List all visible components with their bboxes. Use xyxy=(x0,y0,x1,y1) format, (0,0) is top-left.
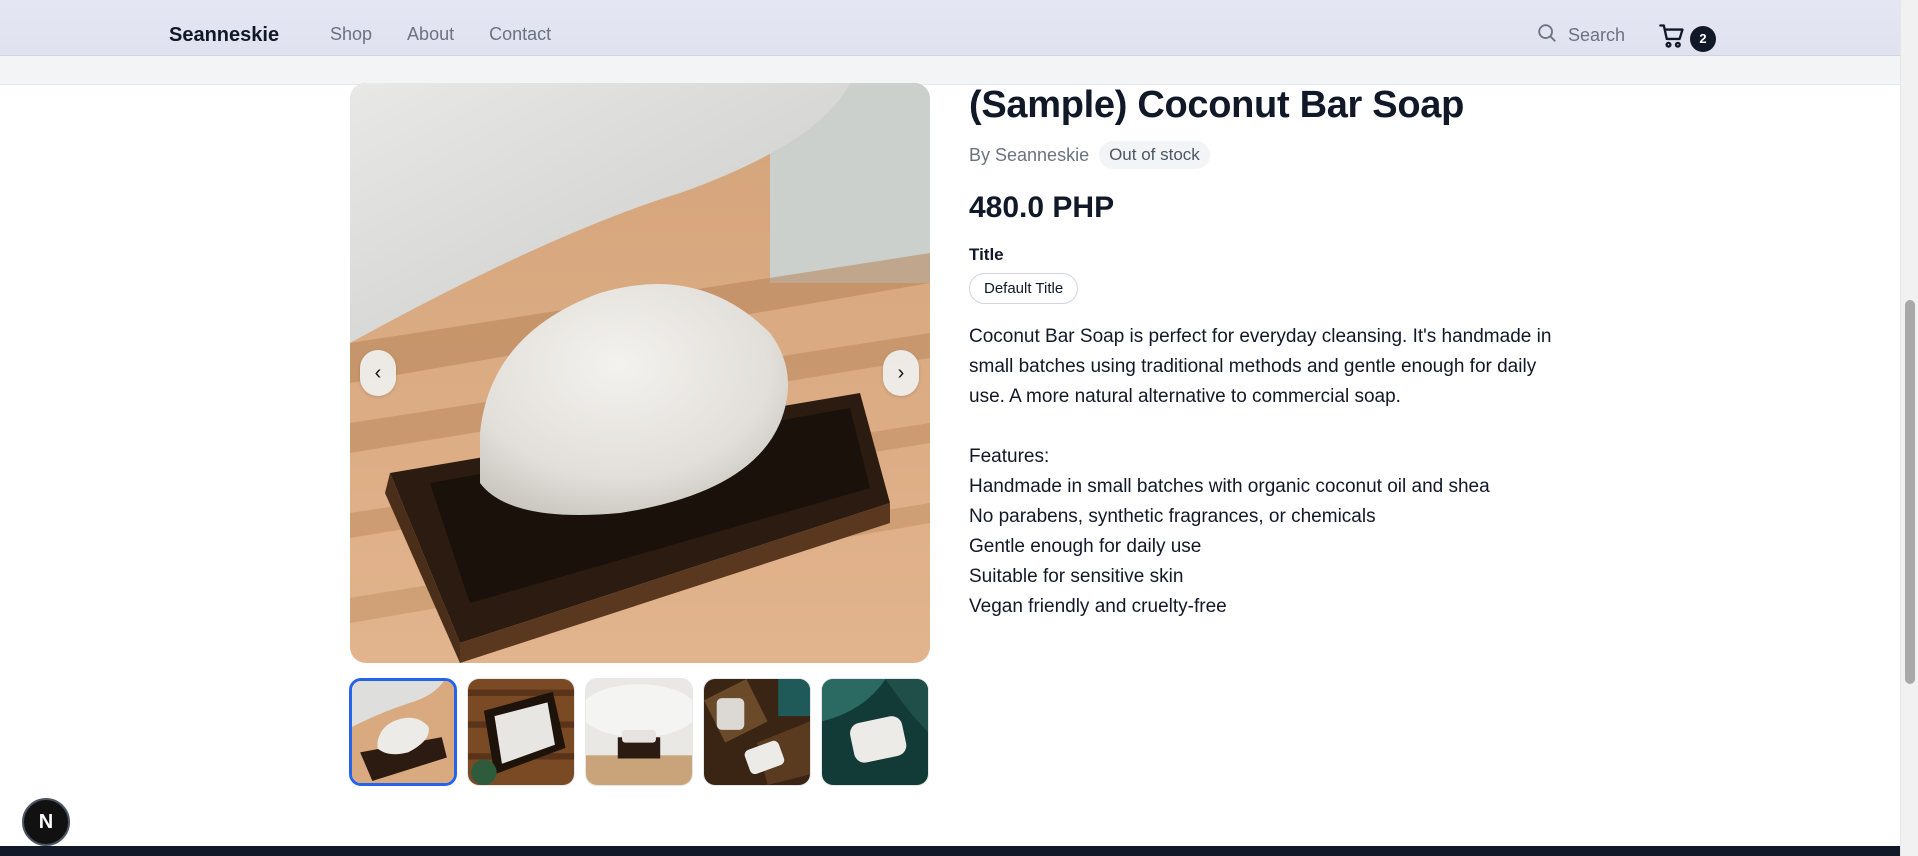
features-heading: Features: xyxy=(969,446,1050,467)
site-header: Seanneskie Shop About Contact Search 2 xyxy=(0,0,1900,56)
gallery-thumbnail-5[interactable] xyxy=(821,678,929,786)
search-label: Search xyxy=(1568,25,1626,45)
footer-edge xyxy=(0,846,1900,856)
cart-count-badge: 2 xyxy=(1690,25,1716,52)
cart-icon xyxy=(1658,22,1686,55)
gallery-thumbnail-1[interactable] xyxy=(349,678,457,786)
product-info-panel: (Sample) Coconut Bar Soap By Seanneskie … xyxy=(969,84,1569,622)
search-button[interactable]: Search xyxy=(1536,22,1625,49)
description-text: Coconut Bar Soap is perfect for everyday… xyxy=(969,326,1552,407)
features-list: Features: Handmade in small batches with… xyxy=(969,442,1569,622)
scrollbar-thumb[interactable] xyxy=(1905,300,1915,684)
feature-item: Vegan friendly and cruelty-free xyxy=(969,596,1227,617)
option-label: Title xyxy=(969,245,1004,264)
nav-shop-link[interactable]: Shop xyxy=(330,24,372,45)
gallery-thumbnail-2[interactable] xyxy=(467,678,575,786)
stock-status-badge: Out of stock xyxy=(1099,141,1210,169)
product-title: (Sample) Coconut Bar Soap xyxy=(969,84,1464,126)
brand-logo[interactable]: Seanneskie xyxy=(169,24,279,47)
dev-tools-badge-button[interactable]: N xyxy=(22,798,70,846)
product-vendor: By Seanneskie xyxy=(969,144,1090,165)
gallery-next-button[interactable]: › xyxy=(883,350,919,396)
nav-contact-link[interactable]: Contact xyxy=(489,24,551,45)
feature-item: Suitable for sensitive skin xyxy=(969,566,1184,587)
main-nav: Shop About Contact xyxy=(330,24,551,45)
product-main-image xyxy=(350,83,930,663)
gallery-thumbnails xyxy=(349,678,929,786)
feature-item: Gentle enough for daily use xyxy=(969,536,1202,557)
nav-about-link[interactable]: About xyxy=(407,24,454,45)
feature-item: Handmade in small batches with organic c… xyxy=(969,476,1490,497)
feature-item: No parabens, synthetic fragrances, or ch… xyxy=(969,506,1376,527)
product-price: 480.0 PHP xyxy=(969,191,1115,224)
product-meta: By Seanneskie Out of stock xyxy=(969,141,1569,169)
product-description: Coconut Bar Soap is perfect for everyday… xyxy=(969,322,1569,622)
gallery-thumbnail-4[interactable] xyxy=(703,678,811,786)
gallery-thumbnail-3[interactable] xyxy=(585,678,693,786)
option-default-title-chip[interactable]: Default Title xyxy=(969,273,1079,304)
gallery-prev-button[interactable]: ‹ xyxy=(360,350,396,396)
header-divider-strip xyxy=(0,56,1900,85)
page-scrollbar[interactable] xyxy=(1900,0,1918,856)
search-icon xyxy=(1536,22,1558,49)
cart-button[interactable]: 2 xyxy=(1658,22,1716,55)
